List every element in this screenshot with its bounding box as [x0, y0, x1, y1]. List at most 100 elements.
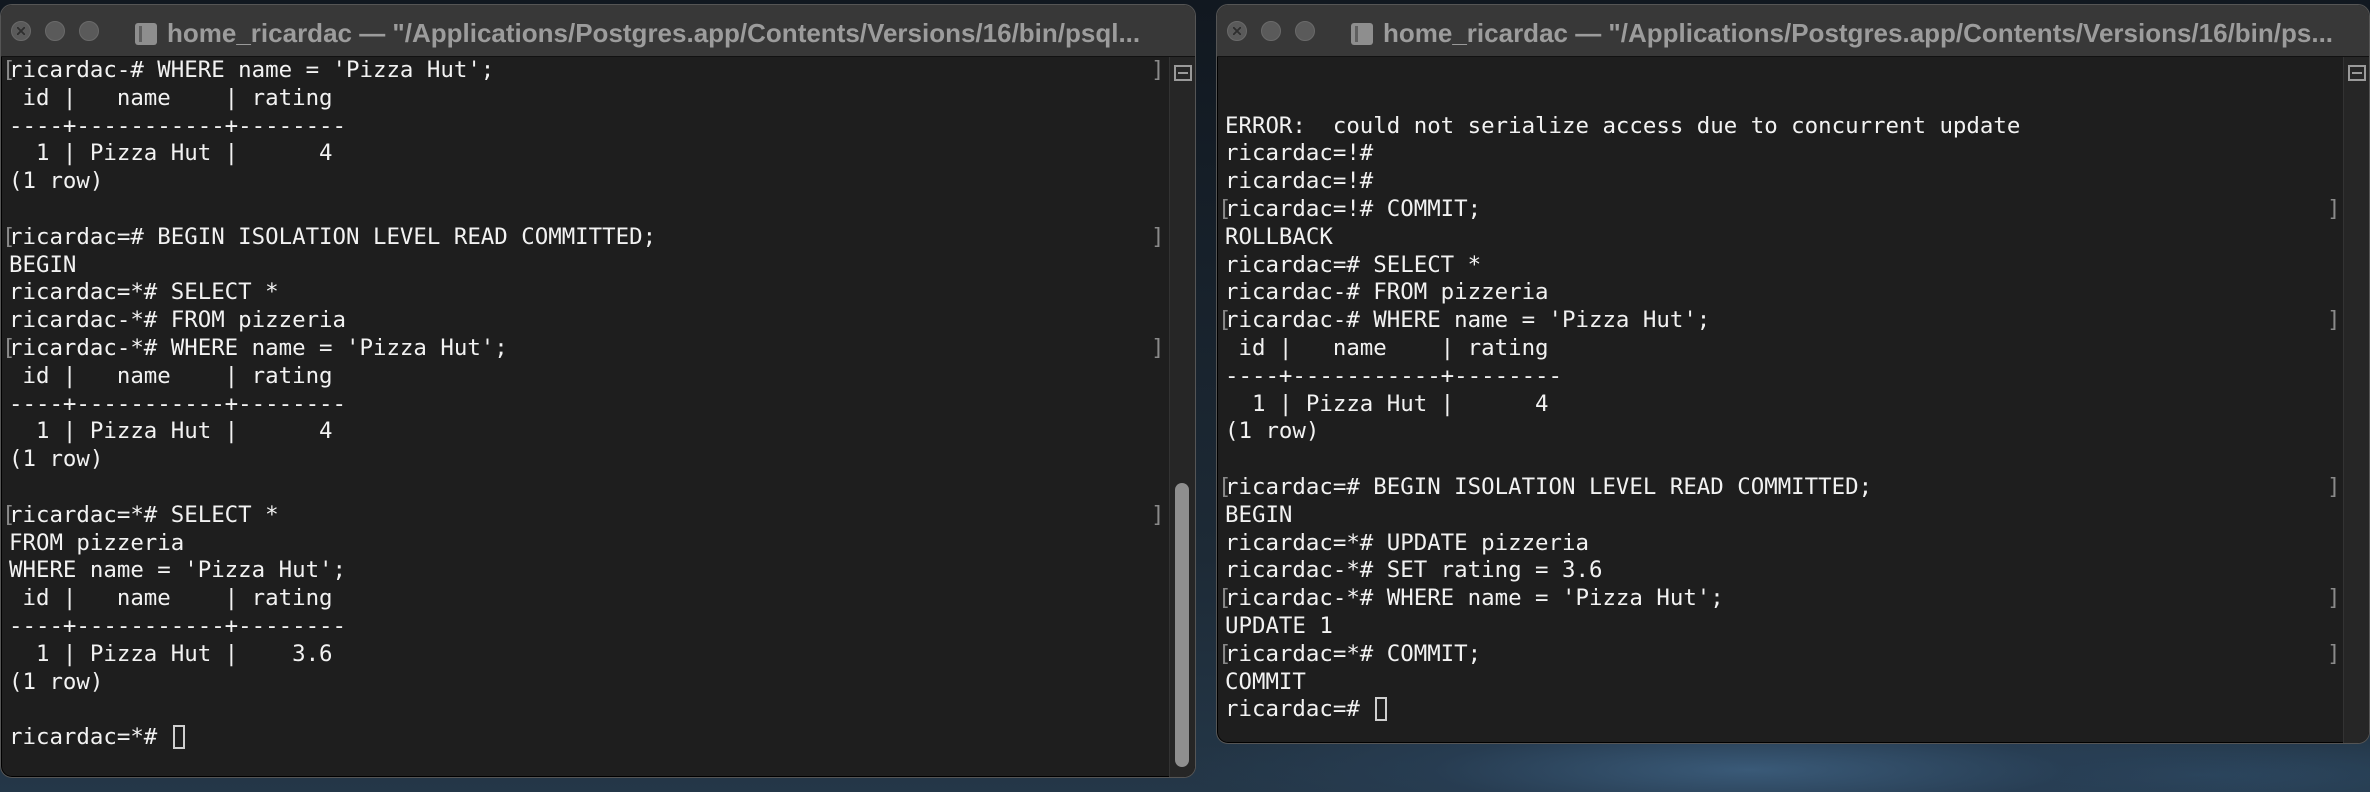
terminal-line: UPDATE 1: [1225, 613, 2343, 641]
terminal-line: ricardac=!#: [1225, 168, 2343, 196]
terminal-line: ricardac=*#: [9, 724, 1169, 752]
terminal-line: COMMIT: [1225, 669, 2343, 697]
terminal-line-text: ricardac=#: [1225, 696, 1374, 723]
close-button[interactable]: [11, 21, 31, 41]
terminal-line-text: ricardac=*# SELECT *: [9, 279, 279, 306]
terminal-line: ----+-----------+--------: [9, 391, 1169, 419]
terminal-line-text: ricardac=*# SELECT *: [9, 501, 279, 528]
terminal-line: id | name | rating: [9, 585, 1169, 613]
terminal-line-text: id | name | rating: [9, 585, 333, 612]
split-pane-icon[interactable]: [2348, 65, 2366, 81]
terminal-line: ROLLBACK: [1225, 224, 2343, 252]
terminal-line-text: 1 | Pizza Hut | 4: [1225, 390, 1549, 417]
scrollbar[interactable]: [1169, 57, 1195, 777]
terminal-line-text: 1 | Pizza Hut | 4: [9, 418, 333, 445]
terminal-line-text: ERROR: could not serialize access due to…: [1225, 112, 2021, 139]
terminal-line-text: ----+-----------+--------: [9, 390, 347, 417]
scrollbar[interactable]: [2343, 57, 2369, 743]
terminal-output[interactable]: ricardac-# WHERE name = 'Pizza Hut'; id …: [1, 57, 1169, 777]
window-title: home_ricardac — "/Applications/Postgres.…: [135, 18, 1181, 49]
terminal-line: BEGIN: [9, 252, 1169, 280]
terminal-line-text: ROLLBACK: [1225, 223, 1333, 250]
terminal-line: ricardac=*# COMMIT;: [1218, 641, 2343, 669]
window-title-text: home_ricardac — "/Applications/Postgres.…: [167, 18, 1141, 48]
terminal-line: ----+-----------+--------: [9, 613, 1169, 641]
terminal-line-text: ricardac=!#: [1225, 140, 1374, 167]
terminal-line-text: COMMIT: [1225, 668, 1306, 695]
title-bar[interactable]: home_ricardac — "/Applications/Postgres.…: [1217, 5, 2369, 57]
zoom-button[interactable]: [79, 21, 99, 41]
terminal-window-right[interactable]: home_ricardac — "/Applications/Postgres.…: [1216, 4, 2370, 744]
terminal-line-text: (1 row): [9, 668, 104, 695]
title-bar[interactable]: home_ricardac — "/Applications/Postgres.…: [1, 5, 1195, 57]
terminal-line: ricardac=*# UPDATE pizzeria: [1225, 530, 2343, 558]
terminal-line-text: ricardac-*# SET rating = 3.6: [1225, 557, 1603, 584]
terminal-line: ricardac-*# SET rating = 3.6: [1225, 557, 2343, 585]
terminal-line-text: ricardac-*# WHERE name = 'Pizza Hut';: [9, 334, 508, 361]
terminal-line: (1 row): [9, 446, 1169, 474]
close-button[interactable]: [1227, 21, 1247, 41]
terminal-line-text: 1 | Pizza Hut | 3.6: [9, 640, 333, 667]
scrollbar-thumb[interactable]: [1175, 483, 1189, 767]
terminal-line-text: ricardac-# WHERE name = 'Pizza Hut';: [1225, 307, 1711, 334]
terminal-window-left[interactable]: home_ricardac — "/Applications/Postgres.…: [0, 4, 1196, 778]
terminal-line: id | name | rating: [9, 85, 1169, 113]
terminal-line-text: ricardac=# BEGIN ISOLATION LEVEL READ CO…: [9, 223, 657, 250]
terminal-line-text: UPDATE 1: [1225, 612, 1333, 639]
terminal-line-text: ricardac-# FROM pizzeria: [1225, 279, 1549, 306]
terminal-line-text: ----+-----------+--------: [9, 112, 347, 139]
zoom-button[interactable]: [1295, 21, 1315, 41]
terminal-line-text: ricardac=# SELECT *: [1225, 251, 1482, 278]
terminal-line: ricardac=#: [1225, 696, 2343, 724]
terminal-line-text: id | name | rating: [9, 84, 333, 111]
terminal-line: ----+-----------+--------: [9, 113, 1169, 141]
terminal-line-text: WHERE name = 'Pizza Hut';: [9, 557, 347, 584]
terminal-line-text: (1 row): [9, 168, 104, 195]
terminal-line-text: ----+-----------+--------: [1225, 362, 1563, 389]
terminal-line: ricardac=# SELECT *: [1225, 252, 2343, 280]
terminal-line-text: FROM pizzeria: [9, 529, 185, 556]
terminal-line-text: BEGIN: [1225, 501, 1293, 528]
terminal-line-text: ricardac=*# UPDATE pizzeria: [1225, 529, 1589, 556]
window-title-text: home_ricardac — "/Applications/Postgres.…: [1383, 18, 2334, 48]
terminal-line: FROM pizzeria: [9, 530, 1169, 558]
terminal-line: WHERE name = 'Pizza Hut';: [9, 557, 1169, 585]
folder-icon: [1351, 22, 1373, 45]
terminal-line-text: (1 row): [1225, 418, 1320, 445]
terminal-line: ricardac=# BEGIN ISOLATION LEVEL READ CO…: [1218, 474, 2343, 502]
terminal-line-text: ricardac-# WHERE name = 'Pizza Hut';: [9, 57, 495, 83]
terminal-line: ricardac-*# FROM pizzeria: [9, 307, 1169, 335]
text-cursor: [172, 725, 185, 750]
terminal-line: ricardac=!# COMMIT;: [1218, 196, 2343, 224]
minimize-button[interactable]: [45, 21, 65, 41]
terminal-line: (1 row): [9, 669, 1169, 697]
folder-icon: [135, 22, 157, 45]
terminal-line: ricardac-*# WHERE name = 'Pizza Hut';: [2, 334, 1169, 363]
terminal-line-text: 1 | Pizza Hut | 4: [9, 140, 333, 167]
terminal-output[interactable]: ERROR: could not serialize access due to…: [1217, 57, 2343, 743]
window-controls: [1227, 21, 1315, 41]
terminal-line: ricardac=# BEGIN ISOLATION LEVEL READ CO…: [2, 223, 1169, 252]
text-cursor: [1375, 697, 1388, 722]
terminal-line-text: ricardac=*#: [9, 724, 171, 751]
terminal-line: ----+-----------+--------: [1225, 363, 2343, 391]
terminal-line-text: ricardac-*# WHERE name = 'Pizza Hut';: [1225, 585, 1724, 612]
terminal-line: ricardac-*# WHERE name = 'Pizza Hut';: [1218, 585, 2343, 613]
minimize-button[interactable]: [1261, 21, 1281, 41]
split-pane-icon[interactable]: [1174, 65, 1192, 81]
terminal-line-text: ricardac-*# FROM pizzeria: [9, 307, 347, 334]
terminal-line-text: BEGIN: [9, 251, 77, 278]
terminal-line: 1 | Pizza Hut | 3.6: [9, 641, 1169, 669]
window-controls: [11, 21, 99, 41]
terminal-line-text: id | name | rating: [9, 362, 333, 389]
terminal-line: ricardac-# WHERE name = 'Pizza Hut';: [2, 57, 1169, 85]
terminal-line: id | name | rating: [9, 363, 1169, 391]
terminal-line-text: id | name | rating: [1225, 334, 1549, 361]
terminal-line: 1 | Pizza Hut | 4: [1225, 391, 2343, 419]
terminal-line-text: ----+-----------+--------: [9, 612, 347, 639]
